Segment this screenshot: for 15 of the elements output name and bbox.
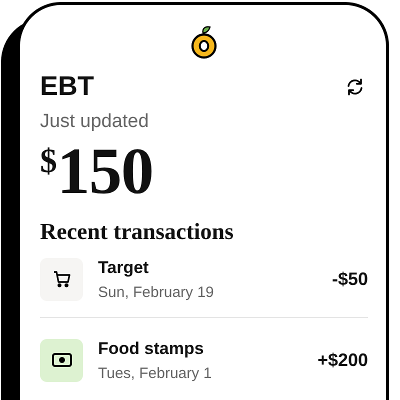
update-status: Just updated <box>40 111 150 133</box>
transaction-name: Target <box>98 258 150 278</box>
transaction-date: Sun, February 19 <box>98 284 215 300</box>
balance-amount: 150 <box>57 139 153 205</box>
transaction-amount: -$50 <box>332 268 368 290</box>
fruit-logo-icon <box>190 25 218 61</box>
account-title: EBT <box>40 71 94 102</box>
transaction-name: Food stamps <box>98 338 205 358</box>
transaction-date: Tues, February 1 <box>98 364 213 382</box>
cart-icon <box>52 270 70 288</box>
section-heading: Recent transactions <box>40 219 235 245</box>
currency-symbol: $ <box>40 145 57 179</box>
transaction-amount: +$200 <box>317 350 368 370</box>
banknote-icon <box>52 353 72 367</box>
refresh-icon[interactable] <box>345 76 365 96</box>
